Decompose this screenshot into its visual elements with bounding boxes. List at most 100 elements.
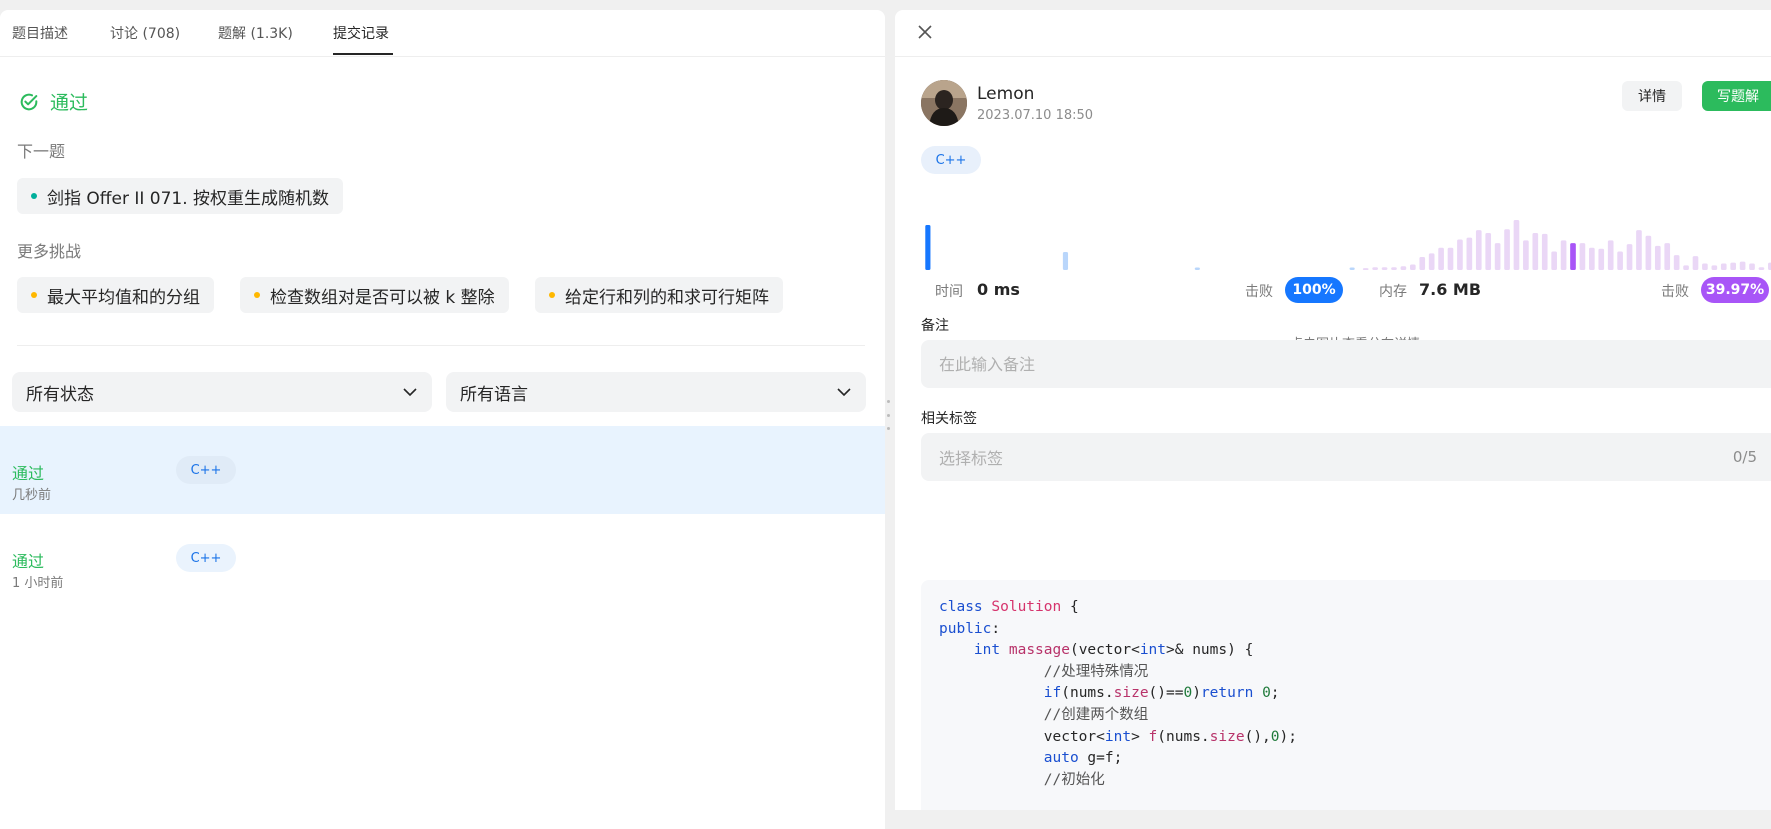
more-challenges-title: 更多挑战 — [17, 242, 82, 261]
tags-label: 相关标签 — [921, 411, 977, 427]
memory-bar — [1551, 251, 1557, 270]
result-status-label: 通过 — [50, 92, 89, 114]
submission-status: 通过 — [12, 552, 45, 571]
tab-description[interactable]: 题目描述 — [12, 23, 68, 43]
memory-bar — [1523, 240, 1529, 270]
tab-solutions[interactable]: 题解 (1.3K) — [218, 23, 293, 43]
difficulty-dot — [549, 292, 555, 298]
memory-bar — [1730, 262, 1737, 270]
memory-bar — [1494, 243, 1501, 270]
write-solution-button[interactable]: 写题解 — [1702, 81, 1771, 111]
close-icon[interactable] — [917, 24, 933, 40]
memory-bar — [1372, 267, 1378, 270]
language-filter-select[interactable]: 所有语言 — [446, 372, 866, 412]
memory-bar — [1438, 247, 1444, 270]
memory-bar — [1447, 247, 1454, 270]
memory-bar — [1409, 264, 1416, 270]
submission-time: 1 小时前 — [12, 576, 64, 591]
memory-bar — [1532, 232, 1539, 270]
avatar[interactable] — [921, 80, 967, 126]
note-label: 备注 — [921, 318, 949, 334]
submission-row[interactable]: 通过 1 小时前 C++ — [0, 514, 885, 602]
status-filter-select[interactable]: 所有状态 — [12, 372, 432, 412]
memory-beat-badge: 39.97% — [1701, 277, 1769, 303]
memory-bar — [1645, 235, 1652, 270]
detail-button[interactable]: 详情 — [1622, 81, 1682, 111]
runtime-distribution-chart — [925, 225, 1355, 270]
runtime-label: 时间 — [935, 284, 963, 300]
memory-beat-label: 击败 — [1661, 284, 1689, 300]
performance-charts[interactable]: 时间 0 ms 击败 100% 内存 7.6 MB 击败 39.97% 点击图片… — [925, 180, 1771, 352]
submission-status: 通过 — [12, 464, 45, 483]
memory-bar — [1419, 257, 1426, 270]
check-circle-icon — [20, 93, 38, 110]
code-viewer[interactable]: class Solution { public: int massage(vec… — [921, 580, 1771, 810]
difficulty-dot — [31, 292, 37, 298]
panel-resize-handle[interactable] — [885, 400, 892, 430]
next-question-label: 剑指 Offer II 071. 按权重生成随机数 — [47, 188, 330, 209]
memory-value: 7.6 MB — [1419, 280, 1482, 299]
challenge-label: 给定行和列的和求可行矩阵 — [565, 287, 769, 308]
challenge-chip-1[interactable]: 最大平均值和的分组 — [17, 277, 214, 313]
memory-bar — [1475, 230, 1482, 270]
memory-bar — [1504, 229, 1510, 270]
challenge-label: 检查数组对是否可以被 k 整除 — [270, 287, 495, 308]
runtime-bar — [1194, 267, 1200, 270]
memory-bar — [1428, 253, 1435, 270]
result-status: 通过 — [18, 88, 88, 115]
memory-bar — [1683, 265, 1689, 270]
memory-bar — [1598, 248, 1605, 270]
memory-bar — [1739, 261, 1746, 270]
memory-bar — [1758, 267, 1765, 270]
submission-lang: C++ — [176, 544, 236, 572]
memory-bar — [1513, 220, 1520, 270]
memory-label: 内存 — [1379, 284, 1407, 300]
memory-bar — [1391, 267, 1397, 270]
memory-bar — [1617, 251, 1623, 270]
active-tab-underline — [333, 53, 393, 55]
memory-bar — [1541, 233, 1548, 270]
divider — [17, 345, 865, 346]
memory-bar — [1720, 263, 1727, 270]
tags-select[interactable]: 选择标签 0/5 — [921, 433, 1771, 481]
difficulty-dot — [31, 193, 37, 199]
memory-bar — [1560, 240, 1567, 270]
left-panel: 题目描述 讨论 (708) 题解 (1.3K) 提交记录 通过 下一题 剑指 O… — [0, 10, 885, 829]
next-question-chip[interactable]: 剑指 Offer II 071. 按权重生成随机数 — [17, 178, 344, 214]
memory-bar — [1362, 268, 1369, 270]
chevron-down-icon — [403, 388, 417, 397]
runtime-beat-badge: 100% — [1285, 277, 1343, 303]
tab-discussion[interactable]: 讨论 (708) — [110, 23, 180, 43]
runtime-bar — [1062, 252, 1069, 270]
memory-bar — [1457, 239, 1463, 270]
challenge-chip-2[interactable]: 检查数组对是否可以被 k 整除 — [240, 277, 509, 313]
memory-bar — [1692, 256, 1699, 270]
memory-distribution-chart — [1362, 220, 1771, 270]
code-content: class Solution { public: int massage(vec… — [939, 599, 1297, 788]
user-name[interactable]: Lemon — [977, 84, 1034, 104]
memory-bar — [1711, 265, 1718, 270]
tab-submissions[interactable]: 提交记录 — [333, 23, 389, 43]
memory-bar — [1485, 232, 1492, 270]
challenge-label: 最大平均值和的分组 — [47, 287, 200, 308]
memory-bar — [1381, 267, 1388, 270]
challenge-chip-3[interactable]: 给定行和列的和求可行矩阵 — [535, 277, 783, 313]
tab-bar: 题目描述 讨论 (708) 题解 (1.3K) 提交记录 — [0, 10, 885, 57]
memory-bar — [1607, 240, 1614, 270]
submission-lang: C++ — [176, 456, 236, 484]
runtime-bar — [925, 225, 931, 270]
window-top-strip — [0, 0, 1771, 9]
language-tag: C++ — [921, 146, 981, 174]
memory-bar — [1466, 237, 1473, 270]
memory-bar — [1673, 255, 1680, 270]
submission-date: 2023.07.10 18:50 — [977, 108, 1094, 123]
memory-bar — [1702, 263, 1708, 270]
memory-bar — [1589, 247, 1595, 270]
runtime-value: 0 ms — [977, 280, 1020, 299]
submission-row[interactable]: 通过 几秒前 C++ — [0, 426, 885, 514]
note-input[interactable] — [921, 340, 1771, 388]
runtime-beat-label: 击败 — [1245, 284, 1273, 300]
memory-bar — [1570, 243, 1576, 270]
detail-header — [895, 10, 1771, 57]
memory-bar — [1749, 263, 1755, 270]
